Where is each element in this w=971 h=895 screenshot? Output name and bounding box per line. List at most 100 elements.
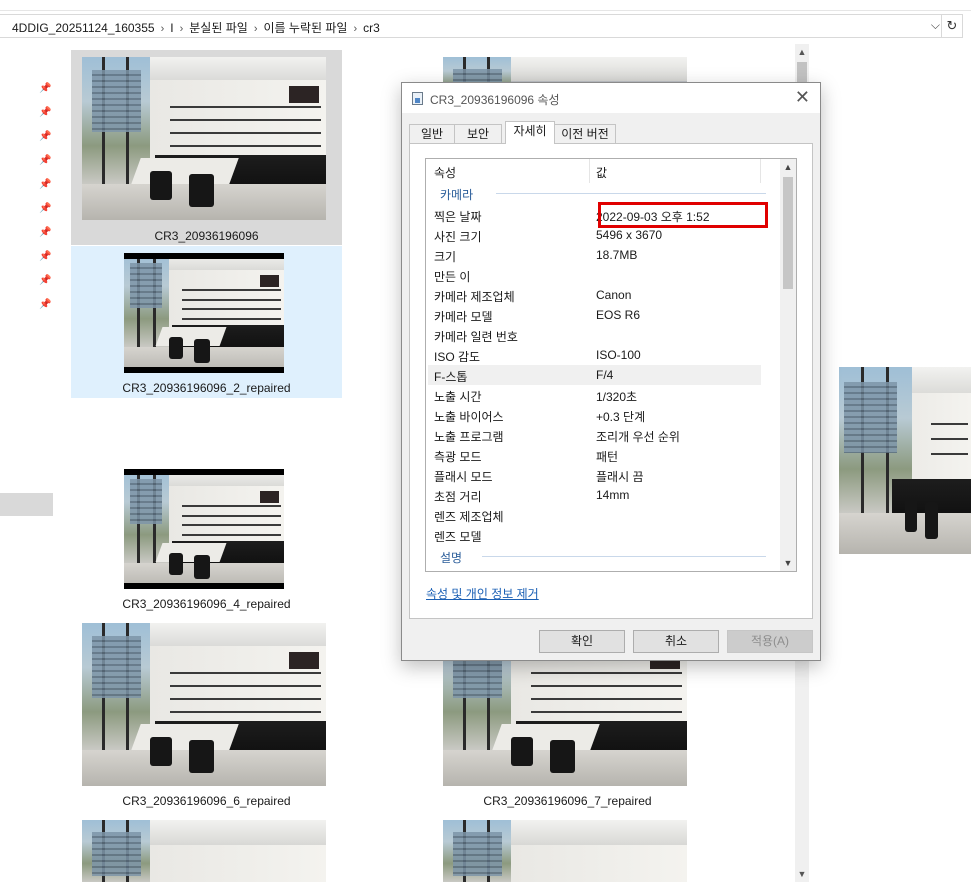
group-header-description: 설명 — [440, 549, 766, 566]
scroll-down-icon[interactable]: ▼ — [795, 866, 809, 882]
group-label: 카메라 — [440, 188, 474, 202]
close-icon[interactable]: ✕ — [795, 88, 810, 106]
list-item[interactable]: 노출 프로그램 조리개 우선 순위 — [428, 425, 761, 445]
list-item[interactable]: 노출 바이어스 +0.3 단계 — [428, 405, 761, 425]
property-key: 노출 바이어스 — [434, 410, 504, 424]
file-thumbnail[interactable] — [82, 820, 326, 882]
tab-security[interactable]: 보안 — [454, 124, 502, 143]
chevron-right-icon: › — [253, 23, 258, 35]
property-key: 찍은 날짜 — [434, 210, 482, 224]
property-value: ISO-100 — [596, 348, 641, 362]
breadcrumb-item[interactable]: cr3 — [363, 21, 380, 35]
tab-previous-versions[interactable]: 이전 버전 — [554, 124, 616, 143]
list-item[interactable]: 카메라 모델 EOS R6 — [428, 305, 761, 325]
chevron-right-icon: › — [353, 23, 358, 35]
breadcrumb-item[interactable]: 이름 누락된 파일 — [263, 21, 347, 35]
property-value: 조리개 우선 순위 — [596, 430, 680, 444]
property-key: 카메라 일련 번호 — [434, 330, 518, 344]
scrollbar-thumb[interactable] — [783, 177, 793, 289]
property-key: 렌즈 모델 — [434, 530, 482, 544]
cancel-button[interactable]: 취소 — [633, 630, 719, 653]
breadcrumb-item[interactable]: I — [170, 21, 173, 35]
remove-properties-link[interactable]: 속성 및 개인 정보 제거 — [426, 585, 539, 602]
property-value: Canon — [596, 288, 632, 302]
dialog-titlebar[interactable]: CR3_20936196096 속성 ✕ — [402, 83, 820, 113]
property-value: 1/320초 — [596, 390, 638, 404]
file-icon — [412, 92, 423, 105]
column-value[interactable]: 값 — [596, 164, 607, 181]
list-item[interactable]: 크기 18.7MB — [428, 245, 761, 265]
file-thumbnail — [82, 623, 326, 786]
property-key: 카메라 모델 — [434, 310, 493, 324]
chevron-right-icon: › — [179, 23, 184, 35]
property-value: 패턴 — [596, 450, 619, 464]
list-item[interactable]: 만든 이 — [428, 265, 761, 285]
properties-scrollbar[interactable]: ▲ ▼ — [780, 159, 796, 571]
file-name: CR3_20936196096_7_repaired — [483, 794, 652, 808]
preview-image — [839, 367, 971, 554]
property-value: 5496 x 3670 — [596, 228, 663, 242]
scroll-up-icon[interactable]: ▲ — [780, 159, 796, 175]
list-item-highlighted[interactable]: F-스톱 F/4 — [428, 365, 761, 385]
property-key: 노출 프로그램 — [434, 430, 504, 444]
apply-button[interactable]: 적용(A) — [727, 630, 813, 653]
property-key: 플래시 모드 — [434, 470, 493, 484]
scroll-down-icon[interactable]: ▼ — [780, 555, 796, 571]
file-thumbnail[interactable] — [443, 820, 687, 882]
file-tile[interactable]: CR3_20936196096_4_repaired — [71, 462, 342, 614]
annotation-highlight-box — [598, 202, 768, 228]
property-key: ISO 감도 — [434, 350, 481, 364]
property-key: 노출 시간 — [434, 390, 482, 404]
chevron-down-icon[interactable]: ⌵ — [931, 18, 940, 33]
list-item[interactable]: 초점 거리 14mm — [428, 485, 761, 505]
property-value: 18.7MB — [596, 248, 638, 262]
file-name: CR3_20936196096 — [154, 229, 259, 243]
file-tile[interactable]: CR3_20936196096_2_repaired — [71, 246, 342, 398]
address-bar[interactable]: 4DDIG_20251124_160355 › I › 분실된 파일 › 이름 누락된 파일… — [0, 14, 963, 38]
scroll-up-icon[interactable]: ▲ — [795, 44, 809, 60]
property-value: 14mm — [596, 488, 630, 502]
property-key: 만든 이 — [434, 270, 471, 284]
nav-pane-selected-item[interactable] — [0, 493, 53, 516]
tab-general[interactable]: 일반 — [409, 124, 455, 143]
list-item[interactable]: 렌즈 제조업체 — [428, 505, 761, 525]
property-key: 측광 모드 — [434, 450, 482, 464]
property-value: F/4 — [596, 368, 614, 382]
pin-icon: 📌 — [39, 83, 52, 94]
ok-button[interactable]: 확인 — [539, 630, 625, 653]
pin-icon: 📌 — [39, 179, 52, 190]
pin-icon: 📌 — [39, 227, 52, 238]
list-item[interactable]: 카메라 일련 번호 — [428, 325, 761, 345]
file-thumbnail — [124, 469, 284, 589]
list-item[interactable]: 플래시 모드 플래시 끔 — [428, 465, 761, 485]
list-item[interactable]: 렌즈 모델 — [428, 525, 761, 545]
list-item[interactable]: 사진 크기 5496 x 3670 — [428, 225, 761, 245]
list-item[interactable]: 측광 모드 패턴 — [428, 445, 761, 465]
properties-list[interactable]: 속성 값 카메라 찍은 날짜 2022-09-03 오후 1:52 사진 크기 54… — [425, 158, 797, 572]
property-key: 초점 거리 — [434, 490, 482, 504]
group-header-camera: 카메라 — [440, 186, 766, 203]
chevron-right-icon: › — [160, 23, 165, 35]
refresh-icon[interactable]: ↻ — [941, 15, 962, 37]
breadcrumb-item[interactable]: 4DDIG_20251124_160355 — [12, 21, 155, 35]
column-property[interactable]: 속성 — [434, 164, 456, 181]
list-item[interactable]: 노출 시간 1/320초 — [428, 385, 761, 405]
property-key: F-스톱 — [434, 370, 468, 384]
list-item[interactable]: 카메라 제조업체 Canon — [428, 285, 761, 305]
pin-icon: 📌 — [39, 275, 52, 286]
list-item[interactable]: ISO 감도 ISO-100 — [428, 345, 761, 365]
pin-icon: 📌 — [39, 251, 52, 262]
file-name: CR3_20936196096_6_repaired — [122, 794, 291, 808]
file-tile[interactable]: CR3_20936196096_6_repaired — [71, 616, 342, 811]
property-key: 카메라 제조업체 — [434, 290, 515, 304]
group-label: 설명 — [440, 551, 463, 565]
toolbar-strip — [0, 0, 971, 11]
pin-icon: 📌 — [39, 131, 52, 142]
dialog-title: CR3_20936196096 속성 — [430, 93, 560, 107]
breadcrumb: 4DDIG_20251124_160355 › I › 분실된 파일 › 이름 누락된 파일… — [12, 19, 380, 36]
file-tile[interactable]: CR3_20936196096 — [71, 50, 342, 245]
tab-details[interactable]: 자세히 — [505, 121, 555, 144]
file-name: CR3_20936196096_2_repaired — [122, 381, 291, 395]
list-header: 속성 값 — [426, 159, 781, 183]
breadcrumb-item[interactable]: 분실된 파일 — [189, 21, 248, 35]
